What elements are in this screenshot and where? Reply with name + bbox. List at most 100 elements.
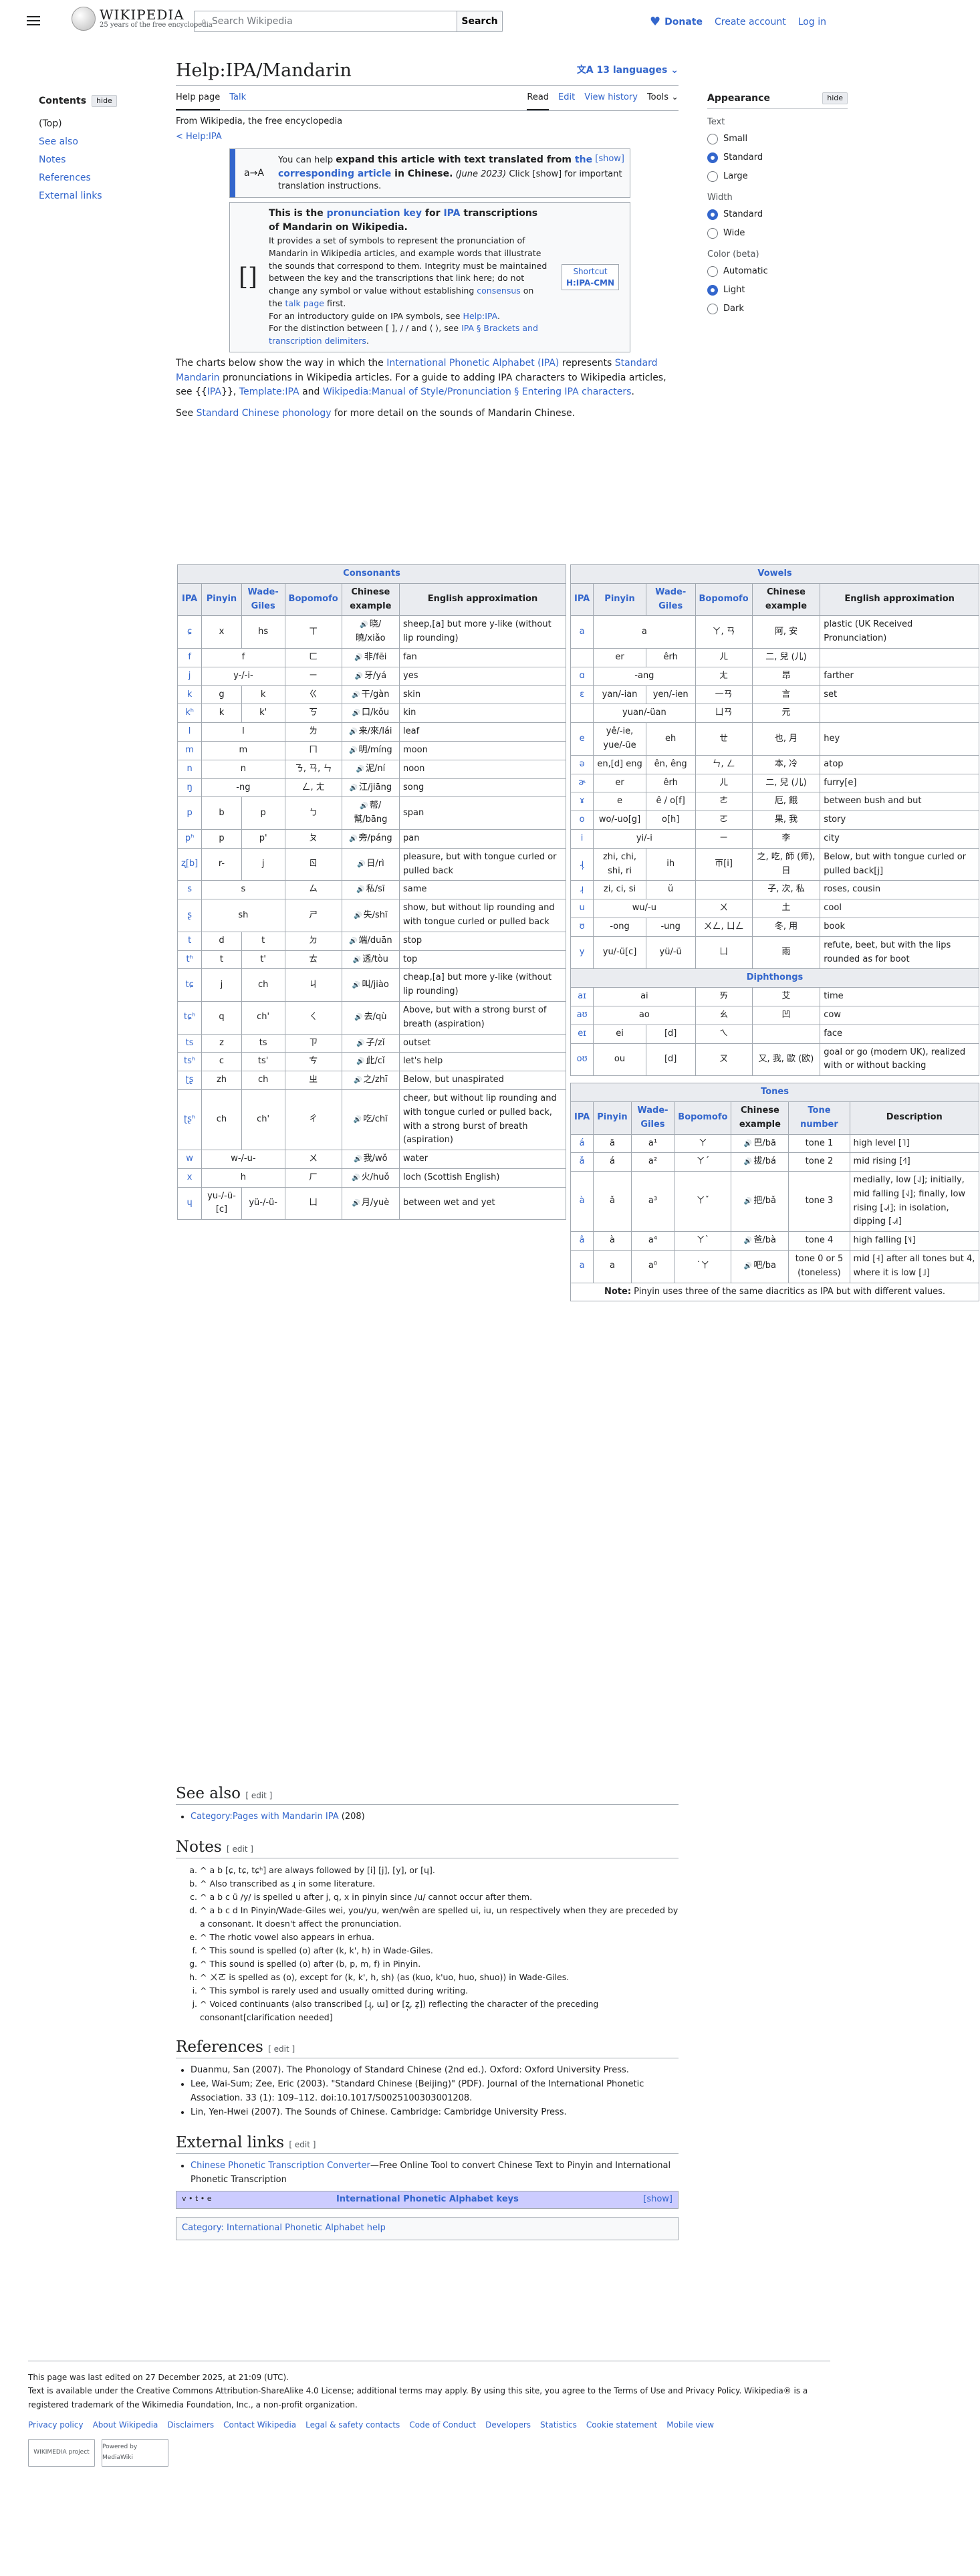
footer-link[interactable]: About Wikipedia: [93, 2418, 158, 2432]
table-cell[interactable]: i: [570, 829, 594, 849]
toc-hide-button[interactable]: hide: [92, 95, 117, 108]
text-standard-option[interactable]: Standard: [707, 148, 848, 167]
converter-link[interactable]: Chinese Phonetic Transcription Converter: [191, 2161, 370, 2171]
category-mandarin-ipa-link[interactable]: Category:Pages with Mandarin IPA: [191, 1812, 339, 1822]
table-cell[interactable]: ɹ̩: [570, 880, 594, 900]
table-cell[interactable]: x: [176, 1168, 203, 1188]
table-cell[interactable]: n: [176, 759, 203, 779]
table-cell[interactable]: ɚ: [570, 773, 594, 793]
navbox-vte[interactable]: v • t • e: [182, 2193, 212, 2207]
table-cell[interactable]: ɥ: [176, 1186, 203, 1220]
ipa-article-link[interactable]: International Phonetic Alphabet (IPA): [386, 358, 559, 368]
table-cell[interactable]: a: [570, 615, 594, 649]
wikimedia-badge[interactable]: WIKIMEDIA project: [28, 2438, 95, 2467]
tab-view-history[interactable]: View history: [584, 91, 638, 110]
toc-item-see-also[interactable]: See also: [39, 133, 159, 151]
category-value-link[interactable]: International Phonetic Alphabet help: [227, 2223, 386, 2233]
table-cell[interactable]: ʊ: [570, 917, 594, 937]
color-dark-option[interactable]: Dark: [707, 300, 848, 318]
table-cell[interactable]: ɤ: [570, 792, 594, 812]
see-also-edit[interactable]: [ edit ]: [245, 1791, 272, 1800]
footer-link[interactable]: Contact Wikipedia: [223, 2418, 296, 2432]
table-cell[interactable]: ə: [570, 754, 594, 774]
table-cell[interactable]: ɕ: [176, 615, 203, 649]
table-cell[interactable]: pʰ: [176, 829, 203, 849]
table-cell[interactable]: tɕʰ: [176, 1000, 203, 1035]
table-cell[interactable]: aɪ: [570, 987, 594, 1006]
table-cell[interactable]: o: [570, 811, 594, 830]
table-cell[interactable]: kʰ: [176, 704, 203, 724]
main-menu-icon[interactable]: [27, 16, 40, 25]
search-input[interactable]: ⌕ Search Wikipedia: [194, 11, 457, 32]
text-small-option[interactable]: Small: [707, 130, 848, 148]
table-cell[interactable]: y: [570, 936, 594, 970]
tab-help-page[interactable]: Help page: [176, 91, 221, 111]
table-cell[interactable]: a: [570, 1250, 594, 1283]
references-edit[interactable]: [ edit ]: [268, 2044, 295, 2054]
external-links-edit[interactable]: [ edit ]: [289, 2140, 316, 2149]
ipa-link[interactable]: IPA: [443, 208, 460, 219]
table-cell[interactable]: u: [570, 899, 594, 918]
footer-link[interactable]: Cookie statement: [586, 2418, 657, 2432]
table-cell[interactable]: ʐ[b]: [176, 847, 203, 881]
table-cell[interactable]: ɛ: [570, 685, 594, 705]
text-large-option[interactable]: Large: [707, 167, 848, 186]
table-cell[interactable]: w: [176, 1150, 203, 1169]
phonology-link[interactable]: Standard Chinese phonology: [197, 408, 332, 419]
pronunciation-key-link[interactable]: pronunciation key: [327, 208, 422, 219]
table-cell[interactable]: j: [176, 666, 203, 686]
tones-title[interactable]: Tones: [570, 1083, 979, 1102]
color-automatic-option[interactable]: Automatic: [707, 262, 848, 281]
table-cell[interactable]: e: [570, 722, 594, 756]
footer-link[interactable]: Developers: [485, 2418, 531, 2432]
template-ipa-link[interactable]: Template:IPA: [239, 387, 299, 397]
table-cell[interactable]: ʈʂʰ: [176, 1089, 203, 1151]
table-cell[interactable]: f: [176, 647, 203, 667]
login-link[interactable]: Log in: [798, 15, 826, 29]
table-cell[interactable]: l: [176, 722, 203, 742]
table-cell[interactable]: á: [570, 1134, 594, 1154]
table-cell[interactable]: aʊ: [570, 1005, 594, 1025]
appearance-hide-button[interactable]: hide: [822, 92, 848, 105]
table-cell[interactable]: s: [176, 880, 203, 900]
vowels-title[interactable]: Vowels: [570, 564, 979, 584]
footer-link[interactable]: Legal & safety contacts: [305, 2418, 400, 2432]
mos-link[interactable]: Wikipedia:Manual of Style/Pronunciation …: [323, 387, 632, 397]
toc-item-external-links[interactable]: External links: [39, 187, 159, 205]
toc-item-notes[interactable]: Notes: [39, 151, 159, 169]
navbox-title[interactable]: International Phonetic Alphabet keys: [336, 2193, 519, 2207]
table-cell[interactable]: ɻ̩: [570, 847, 594, 881]
create-account-link[interactable]: Create account: [715, 15, 786, 29]
consonants-title[interactable]: Consonants: [177, 564, 566, 584]
languages-button[interactable]: 文A 13 languages ⌄: [577, 64, 679, 76]
table-cell[interactable]: â: [570, 1231, 594, 1251]
tab-edit[interactable]: Edit: [558, 91, 575, 110]
donate-link[interactable]: Donate: [664, 15, 703, 29]
toc-item-references[interactable]: References: [39, 169, 159, 187]
table-cell[interactable]: ŋ: [176, 778, 203, 798]
table-cell[interactable]: ʈʂ: [176, 1071, 203, 1090]
mediawiki-badge[interactable]: Powered by MediaWiki: [102, 2438, 168, 2467]
table-cell[interactable]: [570, 647, 594, 667]
width-wide-option[interactable]: Wide: [707, 224, 848, 243]
ipa-template-link[interactable]: IPA: [207, 387, 221, 397]
diphthongs-title[interactable]: Diphthongs: [570, 968, 979, 988]
footer-link[interactable]: Statistics: [540, 2418, 577, 2432]
table-cell[interactable]: p: [176, 796, 203, 830]
tab-read[interactable]: Read: [527, 91, 549, 111]
table-cell[interactable]: m: [176, 740, 203, 760]
consensus-link[interactable]: consensus: [477, 286, 521, 296]
table-cell[interactable]: à: [570, 1171, 594, 1232]
footer-link[interactable]: Mobile view: [666, 2418, 714, 2432]
table-cell[interactable]: ts: [176, 1033, 203, 1053]
search-button[interactable]: Search: [457, 11, 503, 32]
tab-talk[interactable]: Talk: [229, 91, 246, 110]
expand-show-button[interactable]: [show]: [595, 154, 624, 164]
table-cell[interactable]: k: [176, 685, 203, 705]
footer-link[interactable]: Disclaimers: [167, 2418, 214, 2432]
notes-edit[interactable]: [ edit ]: [227, 1844, 253, 1854]
table-cell[interactable]: oʊ: [570, 1043, 594, 1077]
help-ipa-link[interactable]: Help:IPA: [463, 311, 497, 321]
wikipedia-logo[interactable]: WIKIPEDIA 25 years of the free encyclope…: [72, 7, 213, 31]
talk-page-link[interactable]: talk page: [285, 298, 324, 308]
